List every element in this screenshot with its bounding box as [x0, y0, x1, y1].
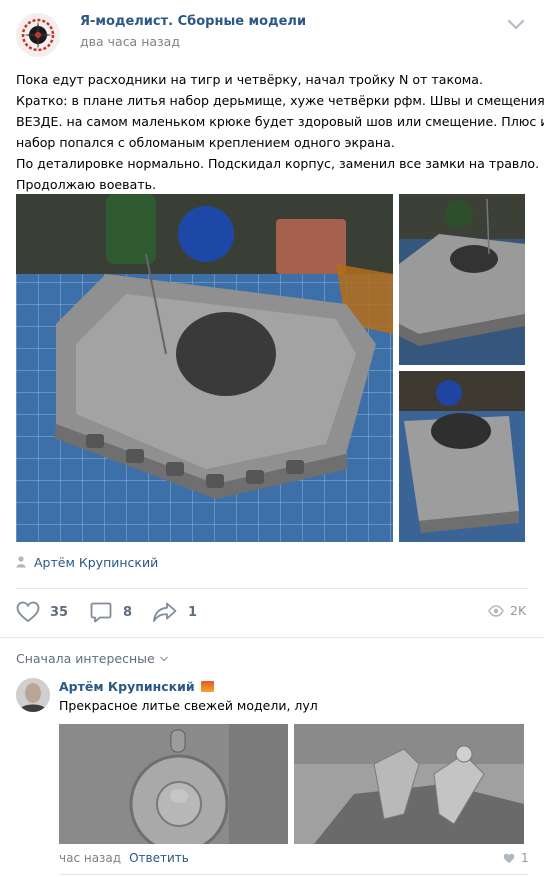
- post-author-signature[interactable]: Артём Крупинский: [16, 553, 158, 571]
- divider: [16, 588, 528, 589]
- share-button[interactable]: 1: [152, 600, 197, 624]
- group-avatar[interactable]: [16, 13, 60, 57]
- comment-timestamp[interactable]: час назад: [59, 851, 121, 865]
- post-timestamp[interactable]: два часа назад: [80, 34, 180, 49]
- post-text-line: набор попался с обломаным креплением одн…: [16, 135, 395, 150]
- post-text-line: Продолжаю воевать.: [16, 177, 157, 192]
- post-text-line: По деталировке нормально. Подскидал корп…: [16, 156, 540, 171]
- comment-icon: [90, 602, 112, 623]
- comment-photo[interactable]: [59, 724, 288, 844]
- post-photo-side[interactable]: [399, 194, 525, 365]
- comments-sort-dropdown[interactable]: Сначала интересные: [16, 651, 169, 666]
- post-text-line: ВЕЗДЕ. на самом маленьком крюке будет зд…: [16, 114, 544, 129]
- heart-icon: [16, 601, 40, 623]
- views-count: 2K: [510, 603, 527, 618]
- like-button[interactable]: 35: [16, 600, 68, 624]
- post-text: Пока едут расходники на тигр и четвёрку,…: [16, 69, 544, 195]
- chevron-down-icon: [159, 656, 168, 661]
- comment-author-name[interactable]: Артём Крупинский: [59, 679, 195, 694]
- eye-icon: [488, 604, 504, 617]
- views-counter: 2K: [488, 603, 526, 618]
- post-author-name[interactable]: Артём Крупинский: [34, 555, 158, 570]
- comment-like-button[interactable]: 1: [503, 851, 529, 865]
- comment-meta: час назад Ответить: [59, 851, 189, 865]
- divider: [59, 874, 528, 875]
- person-icon: [16, 556, 26, 568]
- comment-like-count: 1: [521, 851, 529, 865]
- post-header: Я-моделист. Сборные модели два часа наза…: [0, 0, 544, 68]
- comment-author-avatar[interactable]: [16, 678, 50, 712]
- chevron-down-icon[interactable]: [506, 16, 526, 32]
- flag-icon: [200, 681, 214, 692]
- comments-sort-label: Сначала интересные: [16, 651, 155, 666]
- comment-photo[interactable]: [294, 724, 524, 844]
- post-photo-main[interactable]: [16, 194, 393, 542]
- comment-text: Прекрасное литье свежей модели, лул: [59, 698, 318, 713]
- share-count: 1: [188, 604, 198, 620]
- post-text-line: Пока едут расходники на тигр и четвёрку,…: [16, 72, 483, 87]
- post-text-line: Кратко: в плане литья набор дерьмище, ху…: [16, 93, 544, 108]
- share-icon: [153, 602, 177, 622]
- reply-button[interactable]: Ответить: [129, 851, 189, 865]
- comment-author: Артём Крупинский: [59, 679, 214, 694]
- comment-button[interactable]: 8: [89, 600, 132, 624]
- heart-icon: [503, 853, 515, 863]
- post-photo-top[interactable]: [399, 371, 525, 542]
- comment-count: 8: [123, 604, 133, 620]
- divider: [0, 637, 544, 638]
- like-count: 35: [50, 604, 69, 620]
- group-name-link[interactable]: Я-моделист. Сборные модели: [80, 14, 306, 29]
